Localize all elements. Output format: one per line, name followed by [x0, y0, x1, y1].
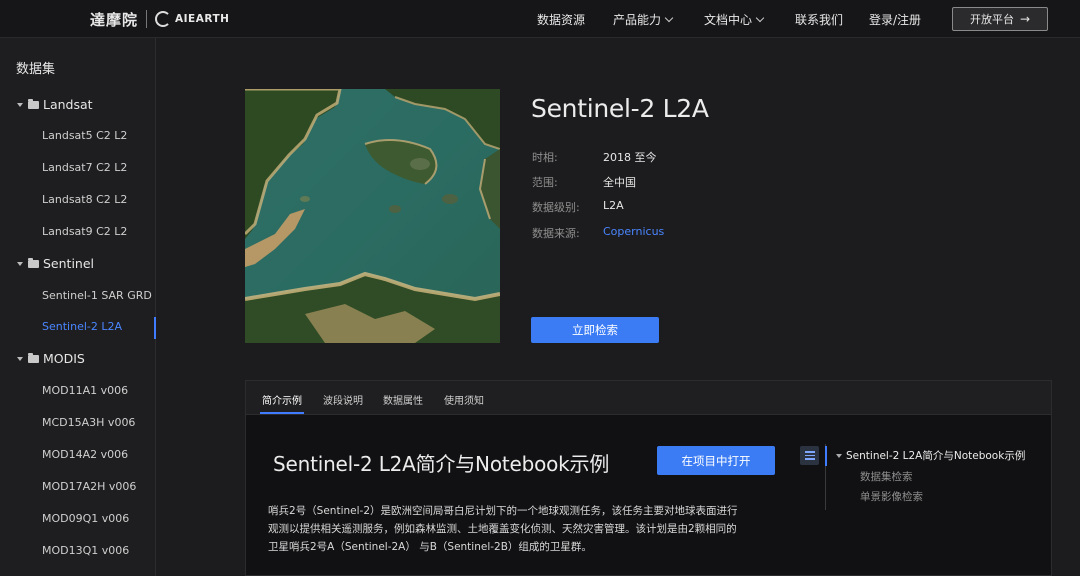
sidebar-group-landsat[interactable]: Landsat [17, 97, 93, 112]
sidebar-item-mod09q1[interactable]: MOD09Q1 v006 [42, 512, 129, 525]
notebook-title: Sentinel-2 L2A简介与Notebook示例 [273, 452, 610, 476]
caret-down-icon [17, 261, 23, 266]
description-line: 卫星哨兵2号A（Sentinel-2A） 与B（Sentinel-2B）组成的卫… [268, 541, 592, 553]
sidebar-item-mod17a2h[interactable]: MOD17A2H v006 [42, 480, 136, 493]
sidebar-item-mcd15a3h[interactable]: MCD15A3H v006 [42, 416, 135, 429]
arrow-right-icon: → [1019, 12, 1031, 26]
nav-docs-center[interactable]: 文档中心 [704, 11, 765, 28]
satellite-image [245, 89, 500, 343]
nav-label: 登录/注册 [869, 13, 922, 27]
sidebar-group-label: Landsat [43, 97, 93, 112]
chevron-down-icon [664, 13, 674, 23]
nav-login-register[interactable]: 登录/注册 [869, 11, 921, 28]
caret-down-icon [17, 356, 23, 361]
open-in-project-label: 在项目中打开 [681, 453, 751, 468]
sidebar-item-sentinel1[interactable]: Sentinel-1 SAR GRD [42, 289, 152, 302]
sidebar-item-landsat8[interactable]: Landsat8 C2 L2 [42, 193, 127, 206]
logo-cn-text: 達摩院 [90, 10, 139, 29]
folder-icon [28, 257, 39, 268]
nav-contact-us[interactable]: 联系我们 [795, 11, 843, 28]
nav-label: 文档中心 [704, 13, 753, 27]
top-navbar: 達摩院 AIEARTH 数据资源 产品能力 文档中心 联系我们 登录/注册 开放… [0, 0, 1080, 38]
toc-main-label: Sentinel-2 L2A简介与Notebook示例 [846, 450, 1026, 462]
meta-label-timespan: 时相: [532, 151, 558, 164]
dataset-detail-panel: 简介示例 波段说明 数据属性 使用须知 Sentinel-2 L2A简介与Not… [245, 380, 1052, 576]
tab-bar: 简介示例 波段说明 数据属性 使用须知 [246, 381, 1051, 415]
meta-label-coverage: 范围: [532, 176, 558, 189]
dataset-title: Sentinel-2 L2A [531, 94, 709, 123]
folder-icon [28, 352, 39, 363]
aiearth-logo-icon [155, 11, 172, 27]
sidebar-item-mod11a1[interactable]: MOD11A1 v006 [42, 384, 128, 397]
search-now-button[interactable]: 立即检索 [531, 317, 659, 343]
sidebar-item-landsat7[interactable]: Landsat7 C2 L2 [42, 161, 127, 174]
sidebar-item-landsat9[interactable]: Landsat9 C2 L2 [42, 225, 127, 238]
description-line: 哨兵2号（Sentinel-2）是欧洲空间局哥白尼计划下的一个地球观测任务，该任… [268, 505, 738, 517]
logo[interactable]: 達摩院 AIEARTH [90, 7, 229, 31]
meta-value-coverage: 全中国 [603, 176, 636, 189]
toc-active-indicator [825, 446, 827, 466]
folder-icon [28, 98, 39, 109]
description-line: 观测以提供相关遥测服务，例如森林监测、土地覆盖变化侦测、天然灾害管理。该计划是由… [268, 523, 737, 535]
toc-list-icon[interactable] [800, 446, 819, 465]
sidebar-active-indicator [154, 317, 156, 339]
nav-label: 数据资源 [537, 13, 586, 27]
nav-label: 联系我们 [795, 13, 844, 27]
toc-item-main[interactable]: Sentinel-2 L2A简介与Notebook示例 [836, 448, 1025, 463]
open-platform-button[interactable]: 开放平台 → [952, 7, 1048, 31]
sidebar-group-modis[interactable]: MODIS [17, 351, 85, 366]
sidebar-item-mod14a2[interactable]: MOD14A2 v006 [42, 448, 128, 461]
logo-divider [146, 10, 148, 28]
nav-product-capabilities[interactable]: 产品能力 [613, 11, 674, 28]
sidebar-group-label: MODIS [43, 351, 85, 366]
tab-band-description[interactable]: 波段说明 [323, 392, 363, 407]
active-tab-indicator [260, 412, 304, 414]
nav-label: 产品能力 [613, 13, 662, 27]
caret-down-icon [836, 453, 842, 458]
open-platform-label: 开放平台 [969, 13, 1014, 26]
dataset-thumbnail [245, 89, 500, 343]
sidebar-group-label: Sentinel [43, 256, 95, 271]
meta-value-source-link[interactable]: Copernicus [603, 225, 664, 238]
notebook-description: 哨兵2号（Sentinel-2）是欧洲空间局哥白尼计划下的一个地球观测任务，该任… [268, 502, 778, 556]
dataset-sidebar: 数据集 Landsat Landsat5 C2 L2 Landsat7 C2 L… [0, 38, 156, 576]
sidebar-item-sentinel2[interactable]: Sentinel-2 L2A [42, 320, 122, 333]
sidebar-group-sentinel[interactable]: Sentinel [17, 256, 94, 271]
tab-intro-examples[interactable]: 简介示例 [262, 392, 302, 407]
meta-label-level: 数据级别: [532, 201, 580, 214]
nav-data-resources[interactable]: 数据资源 [537, 11, 585, 28]
tab-data-properties[interactable]: 数据属性 [383, 392, 423, 407]
toc-item-single-scene-search[interactable]: 单景影像检索 [860, 489, 923, 504]
sidebar-item-mod13q1[interactable]: MOD13Q1 v006 [42, 544, 129, 557]
caret-down-icon [17, 102, 23, 107]
toc-item-dataset-search[interactable]: 数据集检索 [860, 469, 913, 484]
meta-label-source: 数据来源: [532, 227, 580, 240]
meta-value-level: L2A [603, 199, 624, 212]
search-now-label: 立即检索 [572, 323, 618, 337]
sidebar-item-landsat5[interactable]: Landsat5 C2 L2 [42, 129, 127, 142]
open-in-project-button[interactable]: 在项目中打开 [657, 446, 775, 475]
logo-en-text: AIEARTH [175, 13, 230, 25]
meta-value-timespan: 2018 至今 [603, 151, 657, 164]
tab-usage-notes[interactable]: 使用须知 [444, 392, 484, 407]
chevron-down-icon [755, 13, 765, 23]
sidebar-title: 数据集 [16, 62, 56, 77]
